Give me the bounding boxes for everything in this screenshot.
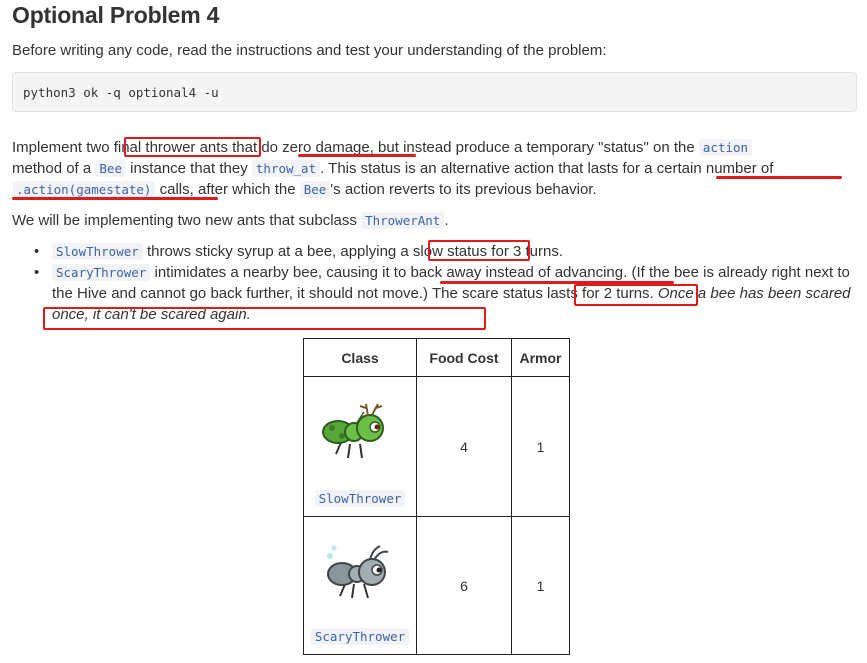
code-slowthrower: SlowThrower bbox=[52, 243, 143, 260]
certain-number-phrase: a certain number of bbox=[644, 160, 774, 177]
class-cell: SlowThrower bbox=[303, 376, 417, 517]
bullet: • bbox=[34, 243, 40, 260]
slow-status-phrase: a slow status bbox=[400, 243, 488, 260]
scare-status-phrase: The scare status bbox=[431, 285, 543, 302]
command-code-block[interactable]: python3 ok -q optional4 -u bbox=[12, 72, 857, 112]
table-row: ScaryThrower 6 1 bbox=[303, 516, 570, 655]
gray-ant-icon bbox=[327, 544, 389, 598]
ant-table: Class Food Cost Armor SlowThrower 4 1 Sc… bbox=[303, 338, 570, 655]
header-food-cost: Food Cost bbox=[416, 338, 512, 377]
ant-list: • SlowThrower throws sticky syrup at a b… bbox=[12, 241, 857, 325]
bullet: • bbox=[34, 264, 40, 281]
green-ant-icon bbox=[322, 403, 384, 458]
table-row: SlowThrower 4 1 bbox=[303, 376, 570, 517]
intro-text: Before writing any code, read the instru… bbox=[12, 42, 607, 59]
code-scarythrower: ScaryThrower bbox=[52, 264, 151, 281]
list-item-scarythrower: • ScaryThrower intimidates a nearby bee,… bbox=[34, 264, 851, 323]
armor-cell: 1 bbox=[511, 516, 570, 655]
page-title: Optional Problem 4 bbox=[12, 2, 220, 28]
armor-cell: 1 bbox=[511, 376, 570, 517]
command-text: python3 ok -q optional4 -u bbox=[23, 85, 219, 100]
back-away-phrase: back away instead of advancing bbox=[410, 264, 624, 281]
class-name: SlowThrower bbox=[314, 489, 406, 507]
header-armor: Armor bbox=[511, 338, 570, 377]
code-action-gamestate: .action(gamestate) bbox=[12, 181, 156, 198]
food-cost-cell: 6 bbox=[416, 516, 512, 655]
code-throw-at: throw_at bbox=[251, 160, 321, 177]
list-item-slowthrower: • SlowThrower throws sticky syrup at a b… bbox=[34, 243, 564, 260]
header-class: Class bbox=[303, 338, 417, 377]
class-cell: ScaryThrower bbox=[303, 516, 417, 655]
code-bee-2: Bee bbox=[299, 181, 331, 198]
do-zero-damage-phrase: do zero damage bbox=[261, 139, 370, 156]
code-action: action bbox=[698, 139, 753, 156]
food-cost-cell: 4 bbox=[416, 376, 512, 517]
code-bee: Bee bbox=[95, 160, 126, 177]
subclass-paragraph: We will be implementing two new ants tha… bbox=[12, 212, 449, 229]
final-thrower-ants-phrase: final thrower ants bbox=[113, 139, 228, 156]
table-header-row: Class Food Cost Armor bbox=[303, 338, 570, 377]
class-name: ScaryThrower bbox=[310, 627, 410, 645]
code-throwerant: ThrowerAnt bbox=[361, 212, 445, 229]
description-paragraph: Implement two final thrower ants that do… bbox=[12, 139, 774, 198]
